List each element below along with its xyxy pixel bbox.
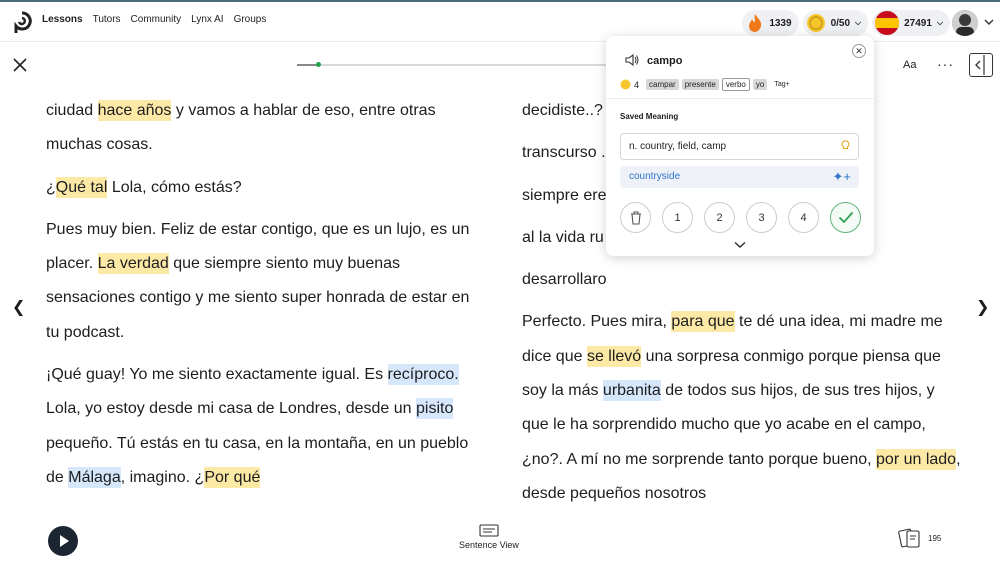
next-page-arrow[interactable]: ❯ xyxy=(976,297,989,317)
lingq-phrase[interactable]: La verdad xyxy=(97,253,169,275)
streak-count: 1339 xyxy=(769,17,792,29)
tag-chip[interactable]: yo xyxy=(752,79,768,90)
flame-icon xyxy=(749,14,762,32)
speaker-icon[interactable] xyxy=(624,53,640,67)
chevron-down-icon[interactable] xyxy=(984,18,994,26)
new-word[interactable]: recíproco. xyxy=(387,364,459,386)
chevron-down-icon: ⌵ xyxy=(855,18,862,27)
sidebar-toggle-button[interactable] xyxy=(969,53,993,77)
lingq-phrase[interactable]: se llevó xyxy=(586,345,642,367)
add-meaning-icon[interactable]: ✦+ xyxy=(833,169,851,185)
font-settings-button[interactable]: Aa xyxy=(903,59,916,71)
reader-text[interactable]: Lola, cómo estás? xyxy=(107,179,242,196)
reader-text[interactable]: ¿ xyxy=(46,179,56,196)
play-audio-button[interactable] xyxy=(48,526,78,556)
reader-paragraph: ciudad hace años y vamos a hablar de eso… xyxy=(46,94,486,163)
new-word[interactable]: Málaga xyxy=(68,466,121,488)
popup-count: 4 xyxy=(634,79,640,90)
coin-icon xyxy=(620,79,631,90)
cards-count: 195 xyxy=(928,533,942,543)
progress-marker xyxy=(316,62,321,67)
trash-icon xyxy=(630,211,641,225)
coin-icon xyxy=(806,14,825,32)
reader-paragraph: desarrollaro xyxy=(522,263,962,297)
add-tag-button[interactable]: Tag+ xyxy=(774,81,789,88)
coins-pill[interactable]: 0/50 ⌵ xyxy=(802,10,869,36)
lingq-phrase[interactable]: Por qué xyxy=(204,466,261,488)
suggested-meaning[interactable]: countryside ✦+ xyxy=(620,166,859,188)
reader-paragraph: ¿Qué tal Lola, cómo estás? xyxy=(46,171,486,205)
sentence-view-icon xyxy=(479,524,499,537)
new-word[interactable]: urbanita xyxy=(602,380,661,402)
word-popup: ✕ campo 4 campar presente verbo yo Tag+ … xyxy=(606,36,874,256)
avatar[interactable] xyxy=(952,10,978,36)
sidebar-panel-icon xyxy=(975,55,985,75)
cards-icon xyxy=(898,528,920,548)
delete-level-button[interactable] xyxy=(620,202,651,233)
saved-meaning-label: Saved Meaning xyxy=(620,112,679,121)
nav-lessons[interactable]: Lessons xyxy=(42,14,83,25)
previous-page-arrow[interactable]: ❮ xyxy=(12,297,25,317)
popup-tags: 4 campar presente verbo yo Tag+ xyxy=(620,78,790,91)
tag-chip[interactable]: campar xyxy=(646,79,679,90)
lightbulb-icon xyxy=(841,140,850,149)
lingq-phrase[interactable]: hace años xyxy=(97,100,172,121)
known-words-count: 27491 xyxy=(904,17,932,29)
sentence-view-button[interactable]: Sentence View xyxy=(456,524,522,550)
reader-text[interactable]: ciudad xyxy=(46,102,98,119)
play-icon xyxy=(60,535,69,547)
lingq-phrase[interactable]: por un lado xyxy=(876,448,957,470)
level-2-button[interactable]: 2 xyxy=(704,202,735,233)
reader-text[interactable]: ¡Qué guay! Yo me siento exactamente igua… xyxy=(46,366,388,383)
reader-left-column: ciudad hace años y vamos a hablar de eso… xyxy=(46,94,486,503)
popup-word: campo xyxy=(647,55,683,67)
reader-paragraph: ¡Qué guay! Yo me siento exactamente igua… xyxy=(46,358,486,495)
language-pill[interactable]: 27491 ⌵ xyxy=(872,10,950,36)
reader-text[interactable]: , imagino. ¿ xyxy=(121,469,205,486)
lesson-progress-bar[interactable] xyxy=(297,62,617,67)
tag-chip[interactable]: presente xyxy=(681,79,719,90)
known-button[interactable] xyxy=(830,202,861,233)
level-3-button[interactable]: 3 xyxy=(746,202,777,233)
level-4-button[interactable]: 4 xyxy=(788,202,819,233)
nav-lynx-ai[interactable]: Lynx AI xyxy=(191,14,223,25)
main-nav: Lessons Tutors Community Lynx AI Groups xyxy=(42,14,266,25)
chevron-down-icon: ⌵ xyxy=(936,18,943,27)
reader-text[interactable]: desarrollaro xyxy=(522,271,606,288)
close-icon[interactable] xyxy=(12,57,28,73)
reader-text[interactable]: transcurso ... xyxy=(522,144,614,161)
streak-pill[interactable]: 1339 xyxy=(742,10,799,36)
flashcards-button[interactable]: 195 xyxy=(898,527,941,549)
meaning-field[interactable]: n. country, field, camp xyxy=(620,133,859,160)
checkmark-icon xyxy=(838,211,853,224)
more-options-button[interactable]: ··· xyxy=(937,56,954,72)
chevron-down-icon[interactable] xyxy=(734,241,746,249)
nav-groups[interactable]: Groups xyxy=(234,14,267,25)
stats-area: 1339 0/50 ⌵ 27491 ⌵ xyxy=(742,10,950,36)
meaning-text: n. country, field, camp xyxy=(629,141,727,152)
lingq-phrase[interactable]: Qué tal xyxy=(55,176,108,198)
new-word[interactable]: pisito xyxy=(416,398,454,420)
reader-text[interactable]: al la vida ru xyxy=(522,229,604,246)
status-levels: 1 2 3 4 xyxy=(620,202,861,233)
lingq-phrase[interactable]: para que xyxy=(671,311,735,333)
reader-paragraph: Perfecto. Pues mira, para que te dé una … xyxy=(522,305,962,511)
coins-count: 0/50 xyxy=(830,17,851,29)
reader-text[interactable]: Perfecto. Pues mira, xyxy=(522,313,671,330)
reader-paragraph: Pues muy bien. Feliz de estar contigo, q… xyxy=(46,213,486,350)
spain-flag-icon xyxy=(875,11,900,35)
reader-text[interactable]: Lola, yo estoy desde mi casa de Londres,… xyxy=(46,400,416,417)
tag-chip[interactable]: verbo xyxy=(721,78,750,91)
level-1-button[interactable]: 1 xyxy=(662,202,693,233)
popup-close-button[interactable]: ✕ xyxy=(852,44,866,58)
lingq-logo[interactable] xyxy=(12,11,32,35)
sentence-view-label: Sentence View xyxy=(459,540,519,550)
nav-tutors[interactable]: Tutors xyxy=(93,14,121,25)
nav-community[interactable]: Community xyxy=(131,14,182,25)
suggestion-text: countryside xyxy=(629,171,681,182)
